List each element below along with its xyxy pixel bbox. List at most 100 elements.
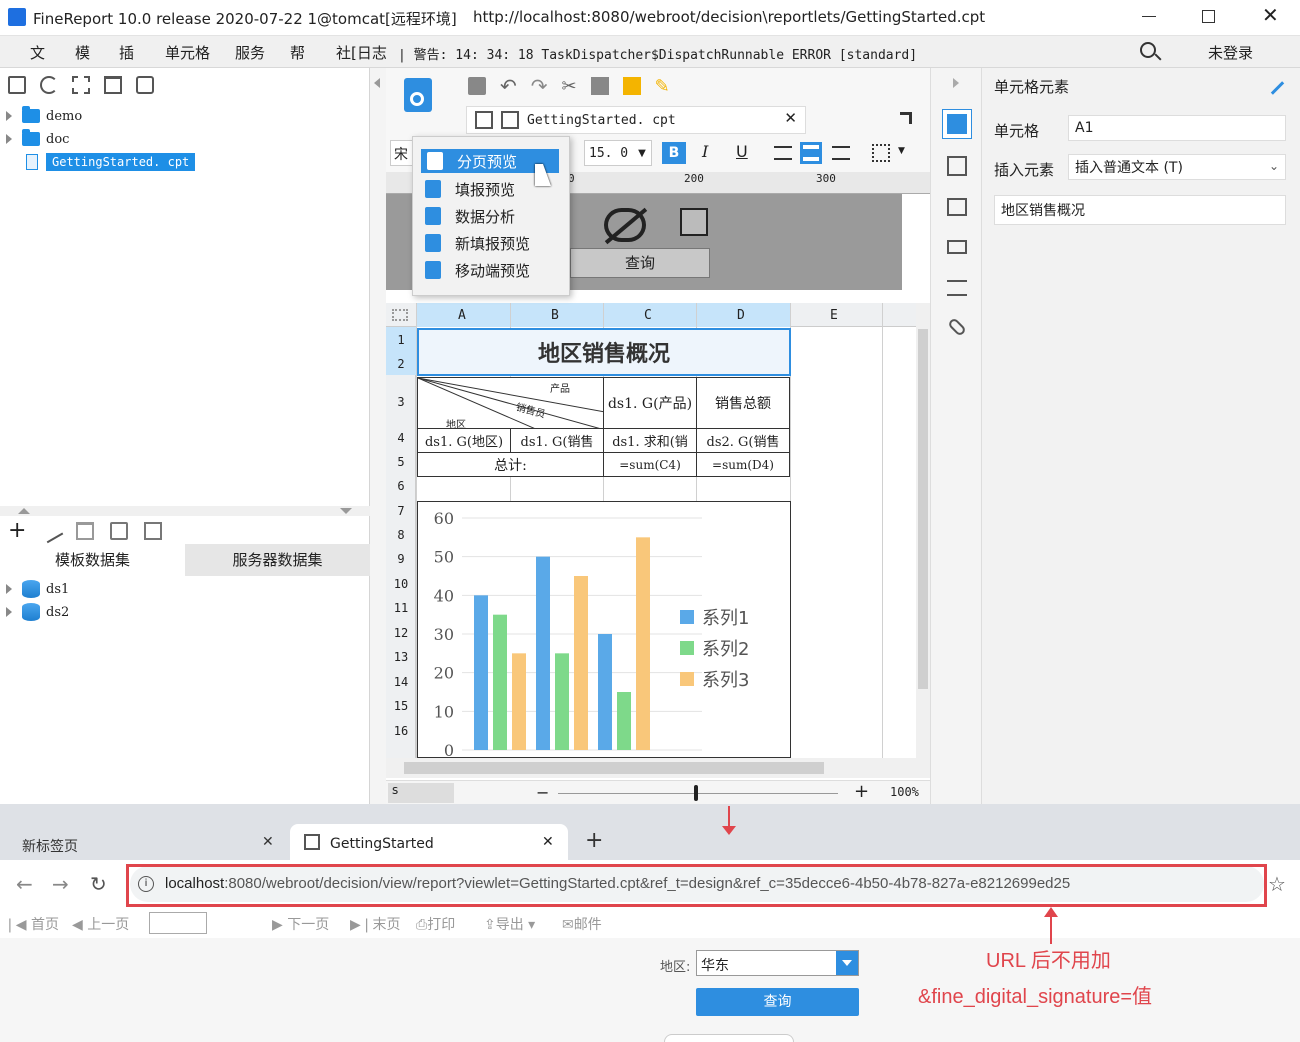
- close-tab-icon[interactable]: ✕: [784, 109, 797, 127]
- paste-icon[interactable]: [622, 77, 641, 95]
- param-query-button[interactable]: 查询: [570, 248, 710, 278]
- dataset-item-ds1[interactable]: ds1: [6, 578, 69, 600]
- menu-template[interactable]: 模: [75, 42, 90, 63]
- collapse-left-icon[interactable]: [374, 78, 380, 88]
- font-size-select[interactable]: 15. 0 ▼: [584, 140, 652, 166]
- menu-help[interactable]: 帮: [290, 42, 305, 63]
- bookmark-star-icon[interactable]: ☆: [1268, 872, 1286, 896]
- list-icon[interactable]: [947, 280, 967, 296]
- cell-c4[interactable]: ds1. 求和(销: [603, 428, 697, 453]
- zoom-slider[interactable]: [558, 793, 838, 794]
- row-header-5[interactable]: 5: [386, 455, 416, 469]
- next-page-button[interactable]: ▶ 下一页: [272, 914, 329, 934]
- row-header-10[interactable]: 10: [386, 577, 416, 591]
- select-all-icon[interactable]: [392, 309, 408, 321]
- underline-button[interactable]: U: [736, 142, 748, 161]
- last-page-button[interactable]: ▶❘末页: [350, 914, 401, 934]
- dataset-item-ds2[interactable]: ds2: [6, 601, 69, 623]
- insert-element-select[interactable]: 插入普通文本 (T) ⌄: [1068, 154, 1286, 180]
- format-painter-icon[interactable]: ✎: [655, 76, 670, 97]
- expand-right-icon[interactable]: [953, 78, 959, 88]
- add-dataset-icon[interactable]: +: [8, 520, 26, 542]
- cell-a4[interactable]: ds1. G(地区): [417, 428, 511, 453]
- italic-button[interactable]: I: [702, 142, 708, 161]
- edit-widget-icon[interactable]: [680, 208, 708, 236]
- expand-icon[interactable]: [6, 134, 12, 144]
- pin-icon[interactable]: [900, 112, 912, 124]
- collapse-up-icon[interactable]: [18, 508, 30, 514]
- delete-icon[interactable]: [104, 76, 122, 94]
- expand-icon[interactable]: [6, 584, 12, 594]
- reload-icon[interactable]: ↻: [90, 872, 107, 896]
- row-header-15[interactable]: 15: [386, 699, 416, 713]
- tree-item-gettingstarted[interactable]: GettingStarted. cpt: [26, 151, 196, 173]
- widget-icon[interactable]: [947, 198, 967, 216]
- panel-splitter[interactable]: [0, 506, 370, 516]
- redo-icon[interactable]: ↷: [531, 74, 548, 98]
- expand-icon[interactable]: [6, 111, 12, 121]
- menu-cell[interactable]: 单元格: [165, 42, 210, 63]
- horizontal-scrollbar[interactable]: [386, 758, 930, 778]
- menu-community-log[interactable]: 社[日志: [336, 42, 387, 63]
- edit-pencil-icon[interactable]: [1270, 81, 1285, 95]
- border-icon[interactable]: [872, 144, 890, 162]
- column-header-a[interactable]: A: [458, 308, 466, 323]
- prev-page-button[interactable]: ◀ 上一页: [72, 914, 129, 934]
- email-button[interactable]: ✉邮件: [562, 914, 602, 934]
- menu-server[interactable]: 服务: [235, 42, 265, 63]
- left-collapse-strip[interactable]: [370, 68, 386, 804]
- align-center-icon[interactable]: [800, 142, 822, 164]
- row-header-9[interactable]: 9: [386, 552, 416, 566]
- row-header-7[interactable]: 7: [386, 504, 416, 518]
- close-window-button[interactable]: ✕: [1262, 5, 1279, 25]
- menu-item-data-analysis[interactable]: 数据分析: [425, 204, 515, 228]
- expand-icon[interactable]: [6, 607, 12, 617]
- copy-icon[interactable]: [590, 77, 609, 95]
- chart-cell[interactable]: 0 10 20 30 40 50 60 系列1 系列2 系列3: [417, 501, 791, 758]
- column-header-e[interactable]: E: [830, 308, 838, 323]
- user-status[interactable]: 未登录: [1208, 42, 1253, 63]
- browser-tab-new[interactable]: 新标签页 ✕: [0, 824, 288, 860]
- menu-item-new-fill-preview[interactable]: 新填报预览: [425, 231, 530, 255]
- preview-dataset-icon[interactable]: [110, 522, 129, 540]
- edit-icon[interactable]: [39, 518, 64, 544]
- close-tab-icon[interactable]: ✕: [542, 834, 554, 850]
- column-header-d[interactable]: D: [737, 308, 745, 323]
- plus-zoom-button[interactable]: +: [854, 781, 869, 802]
- row-header-11[interactable]: 11: [386, 601, 416, 615]
- row-header-3[interactable]: 3: [386, 395, 416, 409]
- cell-d3[interactable]: 销售总额: [696, 377, 790, 429]
- menu-item-fill-preview[interactable]: 填报预览: [425, 177, 515, 201]
- cell-attribute-icon[interactable]: [947, 156, 967, 176]
- row-header-16[interactable]: 16: [386, 724, 416, 738]
- print-button[interactable]: ⎙打印: [416, 914, 455, 934]
- new-folder-icon[interactable]: [8, 76, 26, 94]
- cell-content-input[interactable]: 地区销售概况: [994, 195, 1286, 225]
- page-number-input[interactable]: [149, 912, 207, 934]
- sheet-tab[interactable]: s: [388, 783, 454, 803]
- document-tab[interactable]: GettingStarted. cpt ✕: [466, 106, 806, 134]
- query-button[interactable]: 查询: [696, 988, 859, 1016]
- dataset-settings-icon[interactable]: [144, 522, 163, 540]
- zoom-slider-handle[interactable]: [694, 785, 698, 801]
- back-icon[interactable]: ←: [16, 872, 33, 896]
- vertical-scrollbar[interactable]: [916, 303, 930, 758]
- condition-icon[interactable]: [947, 240, 967, 254]
- column-header-c[interactable]: C: [644, 308, 652, 323]
- bold-button[interactable]: B: [662, 142, 686, 164]
- hyperlink-icon[interactable]: [947, 317, 967, 337]
- border-dropdown-icon[interactable]: ▼: [898, 146, 905, 156]
- undo-icon[interactable]: ↶: [500, 74, 517, 98]
- refresh-icon[interactable]: [40, 76, 58, 94]
- new-tab-button[interactable]: +: [585, 828, 603, 853]
- column-header-b[interactable]: B: [551, 308, 559, 323]
- forward-icon[interactable]: →: [52, 872, 69, 896]
- cell-element-tab-icon[interactable]: [943, 110, 971, 138]
- collapse-down-icon[interactable]: [340, 508, 352, 514]
- search-icon[interactable]: [1140, 42, 1156, 58]
- row-header-2[interactable]: 2: [386, 357, 416, 371]
- cut-icon[interactable]: ✂: [562, 76, 577, 97]
- row-header-6[interactable]: 6: [386, 479, 416, 493]
- minimize-button[interactable]: [1142, 16, 1156, 17]
- close-tab-icon[interactable]: ✕: [262, 834, 274, 850]
